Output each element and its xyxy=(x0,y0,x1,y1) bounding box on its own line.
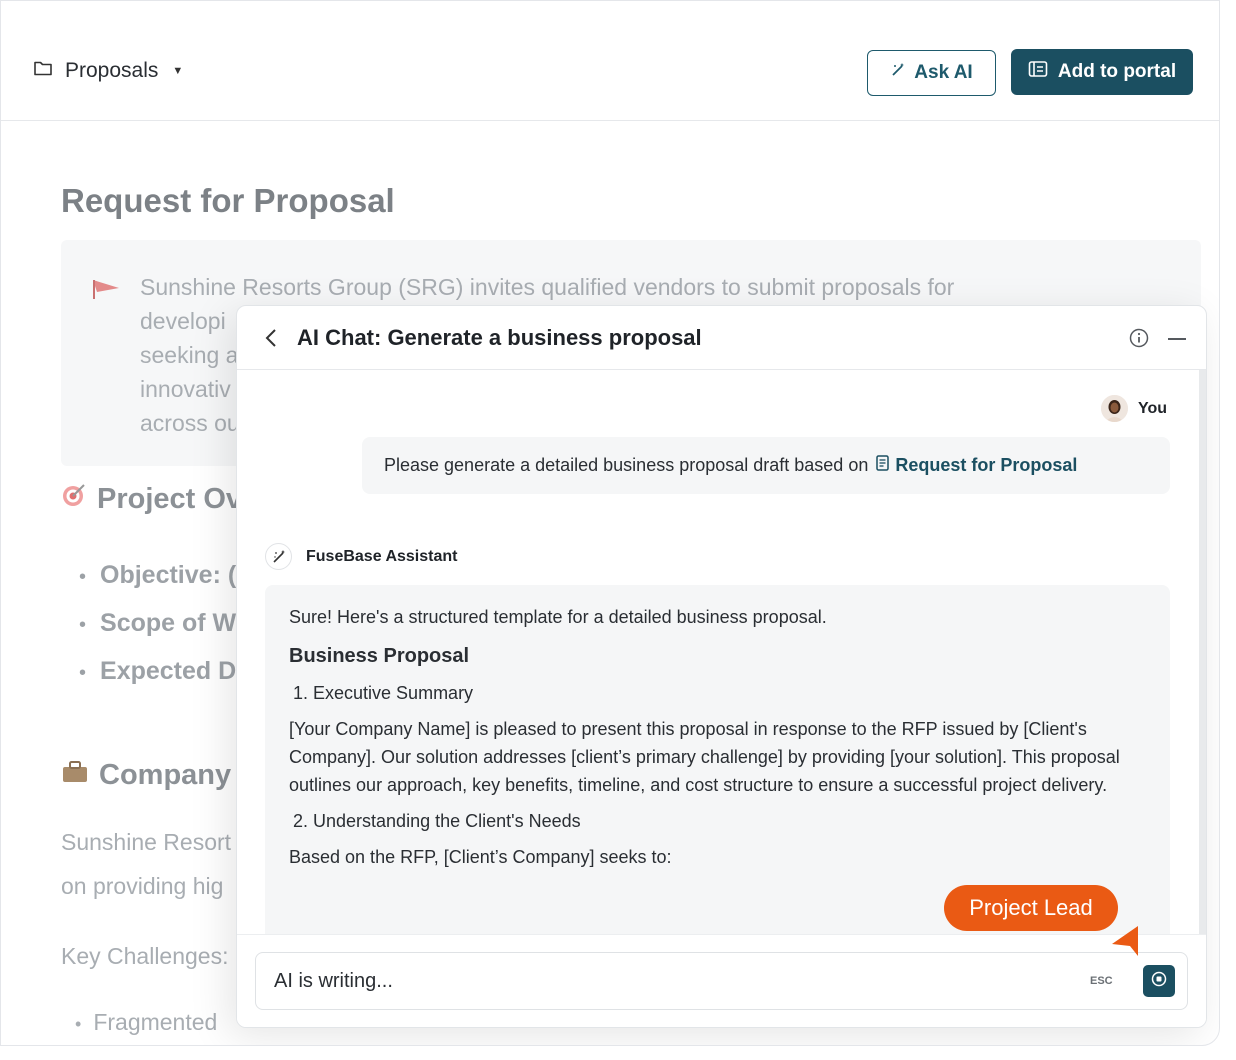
user-label: You xyxy=(1101,395,1167,422)
breadcrumb-label: Proposals xyxy=(65,59,159,82)
magic-wand-icon xyxy=(890,62,906,84)
magic-wand-icon xyxy=(265,543,292,570)
esc-hint: ESC xyxy=(1090,975,1113,987)
section-heading-text: Company xyxy=(99,759,232,791)
folder-icon xyxy=(33,59,53,83)
answer-paragraph: [Your Company Name] is pleased to presen… xyxy=(289,719,1120,795)
assistant-label: FuseBase Assistant xyxy=(265,543,457,570)
list-item-text: Fragmented xyxy=(93,1009,218,1035)
company-line: Sunshine Resort xyxy=(61,829,232,855)
list-item: Objective: ( xyxy=(79,552,236,600)
key-challenges-label: Key Challenges: xyxy=(61,943,229,969)
section-heading-company: Company xyxy=(61,759,231,792)
callout-line: Sunshine Resorts Group (SRG) invites qua… xyxy=(140,274,955,300)
list-item: Expected D xyxy=(79,648,236,696)
user-message-text: Please generate a detailed business prop… xyxy=(384,455,869,475)
list-item: • Fragmented xyxy=(75,1009,218,1035)
chat-input[interactable]: AI is writing... xyxy=(255,952,1188,1010)
ask-ai-button[interactable]: Ask AI xyxy=(867,50,996,96)
avatar xyxy=(1101,395,1128,422)
info-icon[interactable] xyxy=(1129,328,1149,353)
section-heading-overview: Project Ov xyxy=(61,482,242,516)
project-lead-badge: Project Lead xyxy=(944,885,1118,931)
target-icon xyxy=(61,482,87,516)
chat-header: AI Chat: Generate a business proposal xyxy=(237,306,1206,370)
chevron-down-icon[interactable]: ▼ xyxy=(172,65,183,77)
chat-input-area: AI is writing... ESC xyxy=(237,934,1206,1027)
answer-heading: Business Proposal xyxy=(289,645,470,667)
answer-item-title: 2. Understanding the Client's Needs xyxy=(293,811,581,831)
section-heading-text: Project Ov xyxy=(97,482,243,515)
list-item: Scope of W xyxy=(79,600,236,648)
briefcase-icon xyxy=(61,759,89,792)
top-bar: Proposals ▼ Ask AI Add to portal xyxy=(1,1,1219,121)
assistant-name: FuseBase Assistant xyxy=(306,547,458,565)
back-chevron-icon[interactable] xyxy=(265,328,277,353)
user-message: Please generate a detailed business prop… xyxy=(362,437,1170,494)
flag-icon xyxy=(91,278,121,305)
add-to-portal-label: Add to portal xyxy=(1057,61,1177,82)
portal-icon xyxy=(1028,60,1048,84)
stop-icon xyxy=(1151,971,1167,992)
minimize-icon[interactable] xyxy=(1168,338,1186,340)
add-to-portal-button[interactable]: Add to portal xyxy=(1011,49,1193,95)
document-icon xyxy=(876,455,890,476)
answer-intro: Sure! Here's a structured template for a… xyxy=(289,607,827,627)
chat-input-status: AI is writing... xyxy=(274,969,393,992)
answer-paragraph: Based on the RFP, [Client’s Company] see… xyxy=(289,847,672,867)
answer-item-title: 1. Executive Summary xyxy=(293,683,474,703)
stop-button[interactable] xyxy=(1143,965,1175,997)
cursor-pointer-icon xyxy=(1108,924,1142,963)
document-reference-label: Request for Proposal xyxy=(895,455,1078,475)
page-title: Request for Proposal xyxy=(61,182,395,219)
chat-title: AI Chat: Generate a business proposal xyxy=(297,325,702,350)
scrollbar[interactable] xyxy=(1199,370,1206,934)
user-name: You xyxy=(1138,399,1168,417)
bullet-list: Objective: ( Scope of W Expected D xyxy=(79,552,236,696)
ask-ai-label: Ask AI xyxy=(914,62,973,83)
document-reference-link[interactable]: Request for Proposal xyxy=(876,455,1077,476)
breadcrumb[interactable]: Proposals ▼ xyxy=(33,59,183,83)
company-line: on providing hig xyxy=(61,873,224,899)
